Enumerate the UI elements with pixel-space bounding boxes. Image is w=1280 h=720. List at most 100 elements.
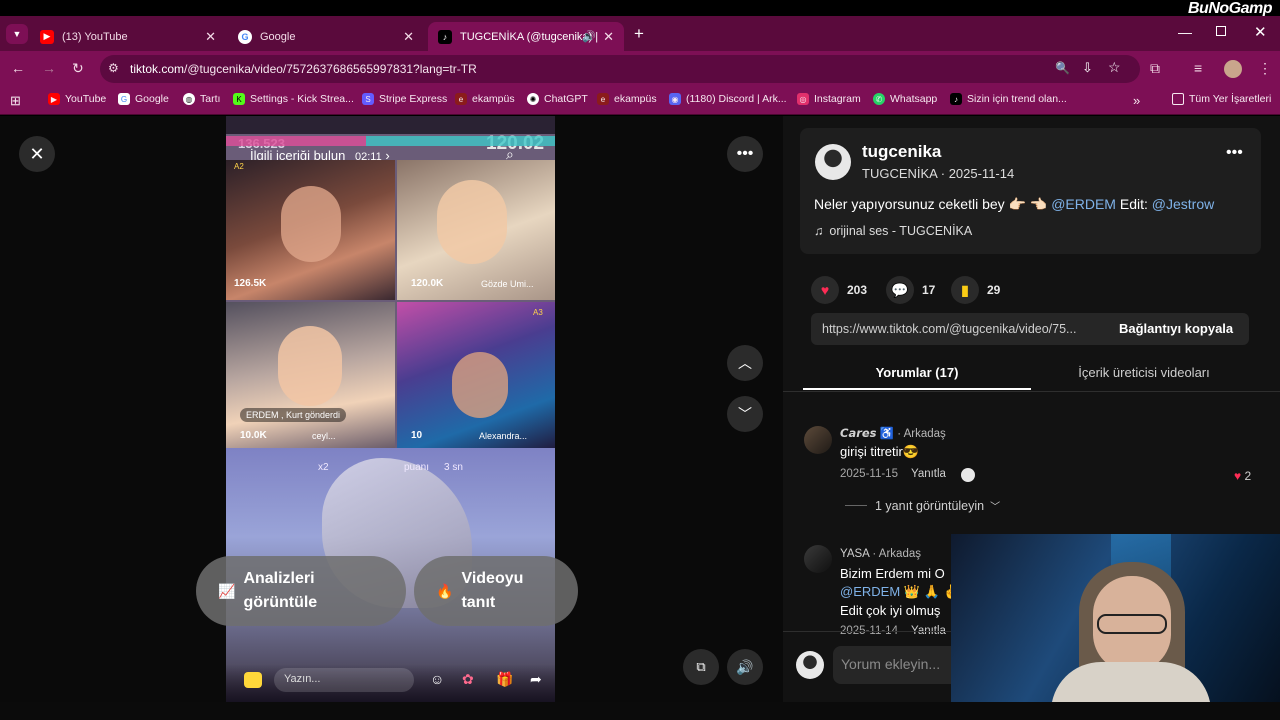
comment-author-name[interactable]: 𝘾𝙖𝙧𝙚𝙨 ♿ (840, 428, 894, 440)
tab-google[interactable]: G Google ✕ (228, 22, 424, 51)
replies-line (845, 505, 867, 506)
all-bookmarks[interactable]: Tüm Yer İşaretleri (1172, 93, 1271, 105)
commenter-avatar[interactable] (804, 426, 832, 454)
comment-button[interactable]: 💬 17 (886, 276, 935, 304)
cell-face (452, 352, 508, 418)
back-icon[interactable]: ← (11, 60, 25, 76)
minimize-icon[interactable]: — (1178, 24, 1192, 40)
bookmark-google[interactable]: G Google (118, 93, 169, 105)
close-tab-icon[interactable]: ✕ (205, 29, 216, 45)
flame-icon: 🔥 (436, 583, 454, 599)
stream-top-strip: BuNoGamp (0, 0, 1280, 17)
install-app-icon[interactable]: ⇩ (1082, 60, 1093, 76)
promote-video-button[interactable]: 🔥 Videoyu tanıt (414, 556, 578, 626)
site-info-icon[interactable]: ⚙ (108, 61, 119, 75)
bookmark-kick[interactable]: K Settings - Kick Strea... (233, 93, 354, 105)
browser-tab-bar: ▼ ▶ (13) YouTube ✕ G Google ✕ ♪ TUGCENİK… (0, 16, 1280, 51)
author-avatar[interactable] (815, 144, 851, 180)
like-button[interactable]: ♥ 203 (811, 276, 867, 304)
comment-date: 2025-11-15 (840, 468, 898, 480)
bookmark-tarti[interactable]: ◍ Tartı (183, 93, 220, 105)
bookmark-whatsapp[interactable]: ✆ Whatsapp (873, 93, 937, 105)
comment-text-line-2: @ERDEM 👑 🙏 ✌ (840, 584, 960, 600)
tab-creator-videos[interactable]: İçerik üreticisi videoları (1031, 356, 1257, 390)
forward-icon[interactable]: → (42, 60, 56, 76)
comment-author-name[interactable]: YASA (840, 548, 869, 560)
close-tab-icon[interactable]: ✕ (403, 29, 414, 45)
commenter-avatar[interactable] (804, 545, 832, 573)
tab-search-icon[interactable]: ▼ (6, 24, 28, 44)
caption-mention-jestrow[interactable]: @Jestrow (1152, 196, 1214, 212)
comment-text-line-1: Bizim Erdem mi O (840, 566, 945, 581)
cell-face (281, 186, 341, 262)
zoom-icon[interactable]: 🔍 (1055, 61, 1070, 75)
folder-icon (1172, 93, 1184, 105)
volume-button[interactable]: 🔊 (727, 649, 763, 685)
profile-avatar[interactable] (1224, 60, 1242, 78)
floating-player-button[interactable]: ⧉ (683, 649, 719, 685)
author-username[interactable]: tugcenika (862, 142, 941, 162)
tab-comments[interactable]: Yorumlar (17) (803, 356, 1031, 390)
speaker-icon[interactable]: 🔊 (582, 30, 596, 43)
extensions-icon[interactable]: ⧉ (1150, 60, 1160, 77)
tab-comments-label: Yorumlar (17) (875, 365, 959, 380)
media-control-icon[interactable]: ≡ (1194, 60, 1202, 76)
view-analytics-button[interactable]: 📈 Analizleri görüntüle (196, 556, 406, 626)
apps-icon[interactable]: ⊞ (10, 93, 21, 109)
bookmark-discord[interactable]: ◉ (1180) Discord | Ark... (669, 93, 787, 105)
bookmark-star-icon[interactable]: ☆ (1108, 59, 1121, 76)
bookmark-stripe[interactable]: S Stripe Express (362, 93, 447, 105)
card-more-icon[interactable]: ••• (1226, 144, 1243, 162)
points-label: puanı (404, 462, 430, 473)
more-options-button[interactable]: ••• (727, 136, 763, 172)
bookmark-ekampus-2[interactable]: e ekampüs (597, 93, 657, 105)
bookmark-ekampus[interactable]: e ekampüs (455, 93, 515, 105)
new-tab-icon[interactable]: + (634, 24, 644, 44)
cell-count: 10.0K (240, 430, 267, 441)
promote-label: Videoyu tanıt (461, 570, 524, 611)
analytics-label: Analizleri görüntüle (243, 570, 318, 611)
close-window-icon[interactable]: ✕ (1254, 23, 1267, 41)
reply-button[interactable]: Yanıtla (911, 468, 946, 480)
reload-icon[interactable]: ↻ (72, 60, 84, 77)
caption-mention-erdem[interactable]: @ERDEM (1051, 196, 1116, 212)
video-top-bar (226, 116, 555, 134)
view-replies[interactable]: 1 yanıt görüntüleyin ﹀ (845, 498, 1000, 513)
more-bookmarks-icon[interactable]: » (1133, 93, 1140, 108)
emoji-icon: ☺ (430, 671, 445, 687)
next-video-button[interactable]: ﹀ (727, 396, 763, 432)
close-video-button[interactable]: ✕ (19, 136, 55, 172)
menu-icon[interactable]: ⋮ (1258, 60, 1272, 77)
gift-icon: 🎁 (496, 671, 514, 687)
tab-youtube[interactable]: ▶ (13) YouTube ✕ (30, 22, 226, 51)
bookmark-instagram[interactable]: ◎ Instagram (797, 93, 861, 105)
chevron-down-icon: ﹀ (990, 502, 1001, 513)
comment-mention[interactable]: @ERDEM (840, 584, 900, 599)
like-count: 203 (847, 283, 868, 297)
comment-author: 𝘾𝙖𝙧𝙚𝙨 ♿ · Arkadaş (840, 428, 946, 440)
cell-label: Gözde Umi... (481, 279, 534, 289)
copy-link-button[interactable]: Bağlantıyı kopyala (1119, 321, 1233, 336)
comment-like[interactable]: ♥ 2 (1234, 469, 1251, 483)
previous-video-button[interactable]: ︿ (727, 345, 763, 381)
live-cell-4: A3 10 Alexandra... (397, 302, 555, 448)
close-tab-icon[interactable]: ✕ (603, 29, 614, 45)
comment-relation: Arkadaş (903, 428, 946, 440)
bookmark-tiktok-trend[interactable]: ♪ Sizin için trend olan... (950, 93, 1067, 105)
bookmark-chatgpt[interactable]: ✺ ChatGPT (527, 93, 588, 105)
ekampus-icon: e (597, 93, 609, 105)
bookmark-youtube[interactable]: ▶ YouTube (48, 93, 106, 105)
video-caption: Neler yapıyorsunuz ceketli bey 👉🏻 👈🏻 @ER… (814, 196, 1214, 213)
badge-a2: A2 (234, 162, 244, 171)
cell-face (278, 326, 342, 406)
restore-icon[interactable] (1216, 26, 1226, 36)
music-info[interactable]: ♫ orijinal ses - TUGCENİKA (814, 224, 972, 238)
live-cell-1: 126.5K A2 (226, 160, 395, 300)
chatgpt-icon: ✺ (527, 93, 539, 105)
save-button[interactable]: ▮ 29 (951, 276, 1000, 304)
address-bar[interactable]: ⚙ tiktok.com/@tugcenika/video/7572637686… (100, 55, 1140, 83)
youtube-icon: ▶ (40, 29, 54, 44)
cell-count: 120.0K (411, 278, 444, 289)
comment-text-line-3: Edit çok iyi olmuş (840, 603, 941, 618)
tab-tiktok[interactable]: ♪ TUGCENİKA (@tugcenika) | 🔊 ✕ (428, 22, 624, 51)
